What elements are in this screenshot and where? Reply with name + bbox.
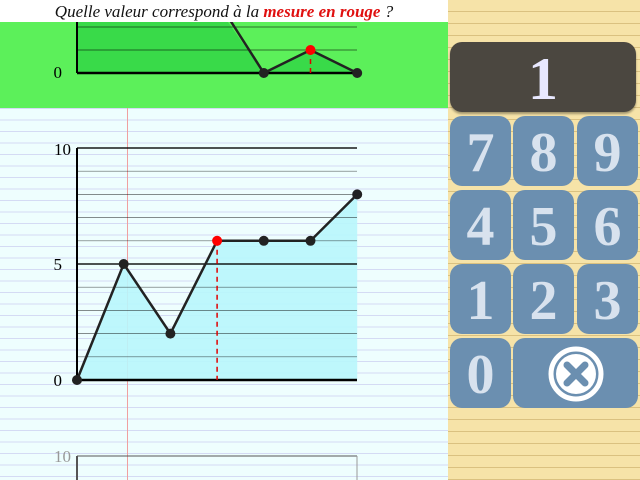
charts-area: 0 10 5 0 10 xyxy=(54,19,363,480)
y-tick-label: 0 xyxy=(54,63,63,82)
data-point xyxy=(352,189,363,200)
question-prefix: Quelle valeur correspond à la xyxy=(54,2,264,21)
data-point xyxy=(165,328,176,339)
key-2[interactable]: 2 xyxy=(513,264,574,334)
key-7[interactable]: 7 xyxy=(450,116,511,186)
data-point xyxy=(118,259,129,269)
y-tick-label-5: 5 xyxy=(54,255,63,274)
answer-display: 1 xyxy=(450,42,636,112)
data-point xyxy=(258,68,269,78)
key-5[interactable]: 5 xyxy=(513,190,574,260)
key-1[interactable]: 1 xyxy=(450,264,511,334)
question-text: Quelle valeur correspond à la mesure en … xyxy=(0,2,448,22)
highlighted-data-point xyxy=(212,235,223,246)
close-circle-icon xyxy=(548,346,604,402)
current-chart: 10 5 0 xyxy=(54,140,363,390)
previous-chart: 0 xyxy=(54,19,363,82)
exercise-panel: 0 10 5 0 10 Quelle valeur correspond à l… xyxy=(0,0,448,480)
data-point xyxy=(352,68,363,78)
data-point xyxy=(258,235,269,246)
next-chart: 10 xyxy=(54,447,358,480)
data-point xyxy=(305,235,316,246)
question-highlight: mesure en rouge xyxy=(263,2,381,21)
key-9[interactable]: 9 xyxy=(577,116,638,186)
y-tick-label-10: 10 xyxy=(54,447,71,466)
question-suffix: ? xyxy=(380,2,394,21)
key-8[interactable]: 8 xyxy=(513,116,574,186)
highlighted-data-point xyxy=(305,45,316,55)
answer-value: 1 xyxy=(528,46,558,112)
question-bar: Quelle valeur correspond à la mesure en … xyxy=(0,0,448,22)
y-tick-label-0: 0 xyxy=(54,371,63,390)
data-point xyxy=(72,375,82,385)
key-6[interactable]: 6 xyxy=(577,190,638,260)
keypad-panel: 1 7 8 9 4 5 6 1 2 3 0 xyxy=(448,0,640,480)
key-3[interactable]: 3 xyxy=(577,264,638,334)
y-tick-label-10: 10 xyxy=(54,140,71,159)
delete-button[interactable] xyxy=(513,338,638,408)
key-0[interactable]: 0 xyxy=(450,338,511,408)
key-4[interactable]: 4 xyxy=(450,190,511,260)
